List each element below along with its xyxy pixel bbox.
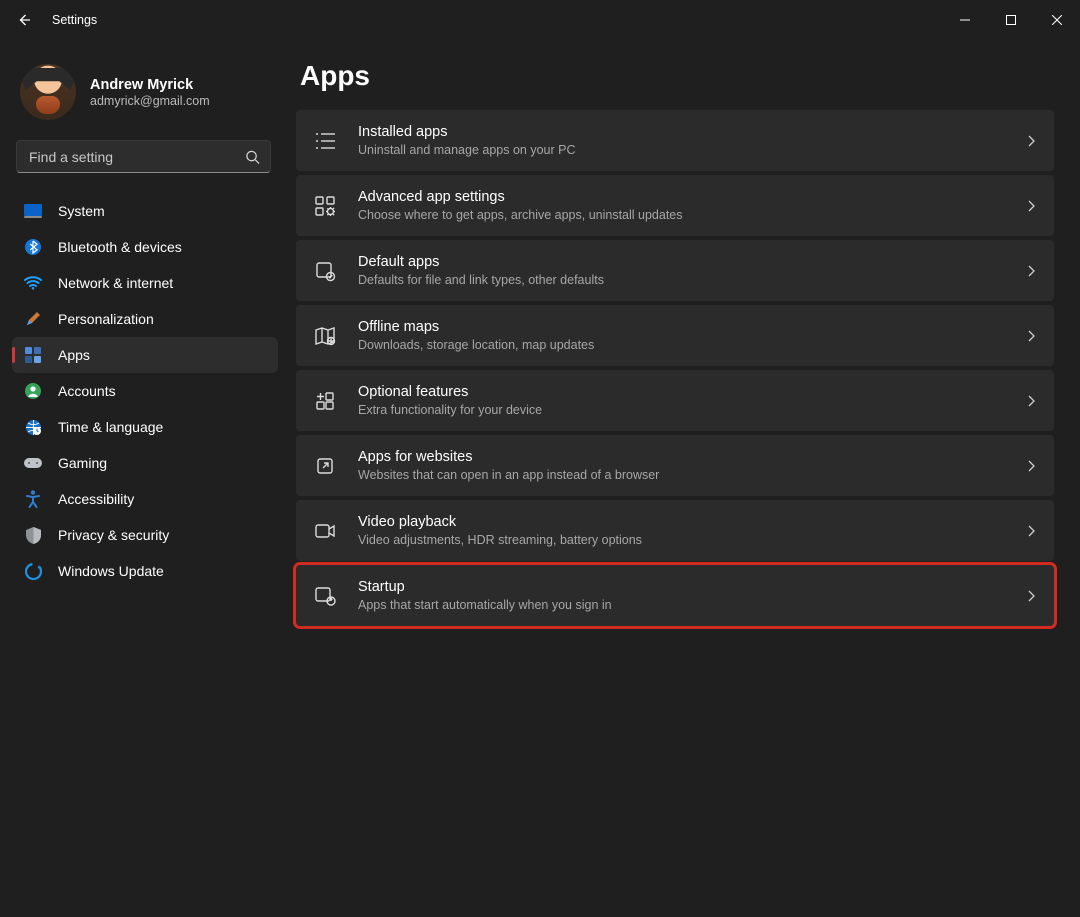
sidebar-item-label: Accessibility (58, 491, 134, 507)
close-icon (1052, 15, 1062, 25)
sidebar-item-label: Gaming (58, 455, 107, 471)
sidebar-item-apps[interactable]: Apps (12, 337, 278, 373)
profile-block[interactable]: Andrew Myrick admyrick@gmail.com (8, 48, 282, 140)
clock-globe-icon (24, 418, 42, 436)
sidebar-item-privacy[interactable]: Privacy & security (12, 517, 278, 553)
sidebar-item-network[interactable]: Network & internet (12, 265, 278, 301)
sidebar-item-label: System (58, 203, 105, 219)
paintbrush-icon (24, 310, 42, 328)
sidebar-item-accounts[interactable]: Accounts (12, 373, 278, 409)
video-icon (314, 520, 336, 542)
sidebar-item-label: Accounts (58, 383, 116, 399)
sidebar-item-bluetooth[interactable]: Bluetooth & devices (12, 229, 278, 265)
card-list: Installed apps Uninstall and manage apps… (296, 110, 1054, 626)
sidebar-item-time-language[interactable]: Time & language (12, 409, 278, 445)
update-icon (24, 562, 42, 580)
card-title: Video playback (358, 513, 1004, 531)
bluetooth-icon (24, 238, 42, 256)
page-title: Apps (300, 60, 1054, 92)
back-button[interactable] (12, 8, 36, 32)
sidebar-item-label: Bluetooth & devices (58, 239, 182, 255)
sidebar-item-system[interactable]: System (12, 193, 278, 229)
card-optional-features[interactable]: Optional features Extra functionality fo… (296, 370, 1054, 431)
card-installed-apps[interactable]: Installed apps Uninstall and manage apps… (296, 110, 1054, 171)
grid-gear-icon (314, 195, 336, 217)
avatar (20, 64, 76, 120)
wifi-icon (24, 274, 42, 292)
sidebar-item-gaming[interactable]: Gaming (12, 445, 278, 481)
sidebar-item-label: Time & language (58, 419, 163, 435)
sidebar-item-personalization[interactable]: Personalization (12, 301, 278, 337)
chevron-right-icon (1026, 199, 1036, 213)
main-content: Apps Installed apps Uninstall and manage… (290, 40, 1080, 917)
open-external-icon (314, 455, 336, 477)
card-subtitle: Choose where to get apps, archive apps, … (358, 207, 1004, 224)
sidebar-item-label: Apps (58, 347, 90, 363)
card-default-apps[interactable]: Default apps Defaults for file and link … (296, 240, 1054, 301)
card-subtitle: Uninstall and manage apps on your PC (358, 142, 1004, 159)
card-subtitle: Apps that start automatically when you s… (358, 597, 1004, 614)
chevron-right-icon (1026, 264, 1036, 278)
accessibility-icon (24, 490, 42, 508)
arrow-left-icon (16, 12, 32, 28)
card-title: Startup (358, 578, 1004, 596)
maximize-button[interactable] (988, 0, 1034, 40)
maximize-icon (1006, 15, 1016, 25)
apps-icon (24, 346, 42, 364)
chevron-right-icon (1026, 329, 1036, 343)
titlebar: Settings (0, 0, 1080, 40)
sidebar-item-label: Network & internet (58, 275, 173, 291)
minimize-button[interactable] (942, 0, 988, 40)
sidebar-item-label: Privacy & security (58, 527, 169, 543)
chevron-right-icon (1026, 134, 1036, 148)
sidebar-item-accessibility[interactable]: Accessibility (12, 481, 278, 517)
search-icon (245, 149, 260, 164)
nav-list: System Bluetooth & devices Network & int… (8, 189, 282, 593)
search-input[interactable] (29, 149, 236, 165)
card-startup[interactable]: Startup Apps that start automatically wh… (296, 565, 1054, 626)
card-title: Default apps (358, 253, 1004, 271)
window-controls (942, 0, 1080, 40)
search-box[interactable] (16, 140, 271, 173)
gaming-icon (24, 454, 42, 472)
shield-icon (24, 526, 42, 544)
installed-apps-icon (314, 130, 336, 152)
accounts-icon (24, 382, 42, 400)
card-subtitle: Websites that can open in an app instead… (358, 467, 1004, 484)
card-subtitle: Downloads, storage location, map updates (358, 337, 1004, 354)
card-title: Advanced app settings (358, 188, 1004, 206)
window-title: Settings (52, 13, 97, 27)
sidebar-item-label: Windows Update (58, 563, 164, 579)
chevron-right-icon (1026, 589, 1036, 603)
sidebar-item-windows-update[interactable]: Windows Update (12, 553, 278, 589)
chevron-right-icon (1026, 524, 1036, 538)
card-subtitle: Video adjustments, HDR streaming, batter… (358, 532, 1004, 549)
profile-name: Andrew Myrick (90, 77, 210, 93)
card-video-playback[interactable]: Video playback Video adjustments, HDR st… (296, 500, 1054, 561)
card-subtitle: Defaults for file and link types, other … (358, 272, 1004, 289)
map-icon (314, 325, 336, 347)
add-feature-icon (314, 390, 336, 412)
card-subtitle: Extra functionality for your device (358, 402, 1004, 419)
chevron-right-icon (1026, 459, 1036, 473)
card-title: Optional features (358, 383, 1004, 401)
sidebar-item-label: Personalization (58, 311, 154, 327)
card-title: Apps for websites (358, 448, 1004, 466)
card-offline-maps[interactable]: Offline maps Downloads, storage location… (296, 305, 1054, 366)
system-icon (24, 202, 42, 220)
startup-icon (314, 585, 336, 607)
chevron-right-icon (1026, 394, 1036, 408)
card-title: Offline maps (358, 318, 1004, 336)
card-apps-for-websites[interactable]: Apps for websites Websites that can open… (296, 435, 1054, 496)
card-advanced-app-settings[interactable]: Advanced app settings Choose where to ge… (296, 175, 1054, 236)
minimize-icon (960, 15, 970, 25)
default-apps-icon (314, 260, 336, 282)
sidebar: Andrew Myrick admyrick@gmail.com System (0, 40, 290, 917)
card-title: Installed apps (358, 123, 1004, 141)
close-button[interactable] (1034, 0, 1080, 40)
profile-email: admyrick@gmail.com (90, 94, 210, 108)
